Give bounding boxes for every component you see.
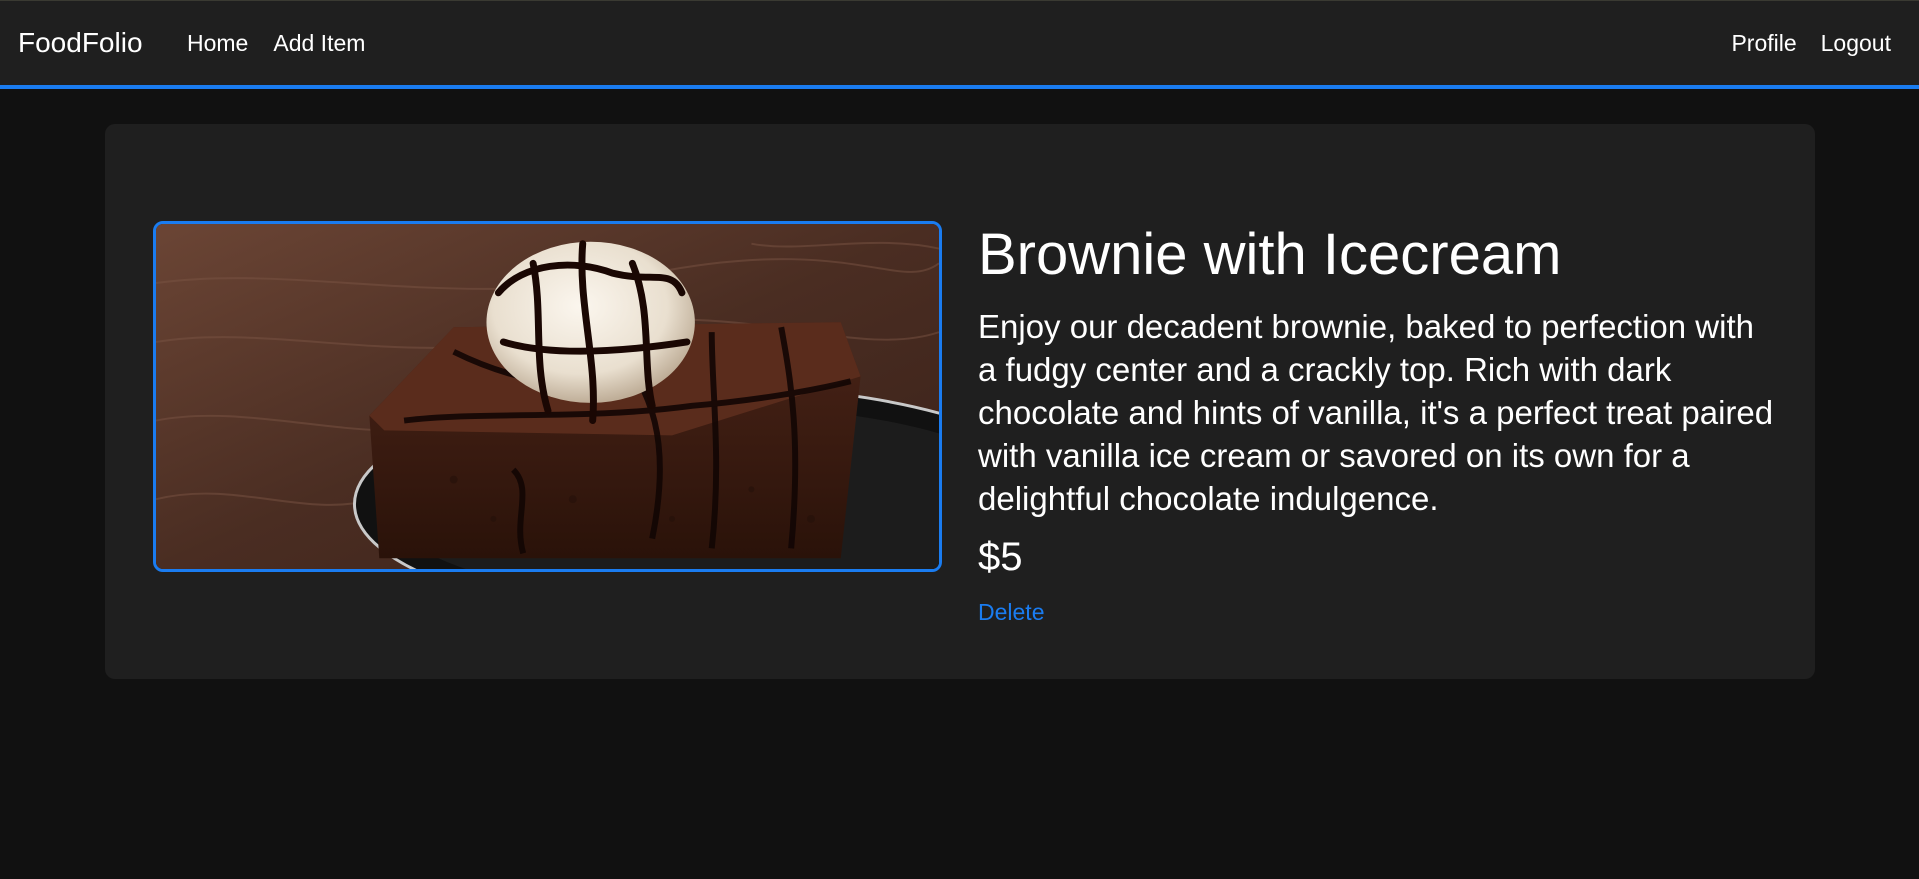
nav-add-item-link[interactable]: Add Item xyxy=(273,30,365,57)
item-title: Brownie with Icecream xyxy=(978,222,1562,287)
top-navbar: FoodFolio Home Add Item Profile Logout xyxy=(0,0,1919,89)
nav-home-link[interactable]: Home xyxy=(187,30,248,57)
nav-profile-link[interactable]: Profile xyxy=(1731,30,1796,57)
nav-left-links: Home Add Item xyxy=(187,30,365,57)
food-item-image xyxy=(153,221,942,572)
nav-logout-link[interactable]: Logout xyxy=(1821,30,1891,57)
item-description: Enjoy our decadent brownie, baked to per… xyxy=(978,308,1774,517)
item-price: $5 xyxy=(978,535,1023,579)
nav-right-links: Profile Logout xyxy=(1731,30,1891,57)
brand-logo-link[interactable]: FoodFolio xyxy=(18,27,143,59)
delete-item-link[interactable]: Delete xyxy=(978,599,1044,626)
brownie-photo xyxy=(156,224,939,569)
